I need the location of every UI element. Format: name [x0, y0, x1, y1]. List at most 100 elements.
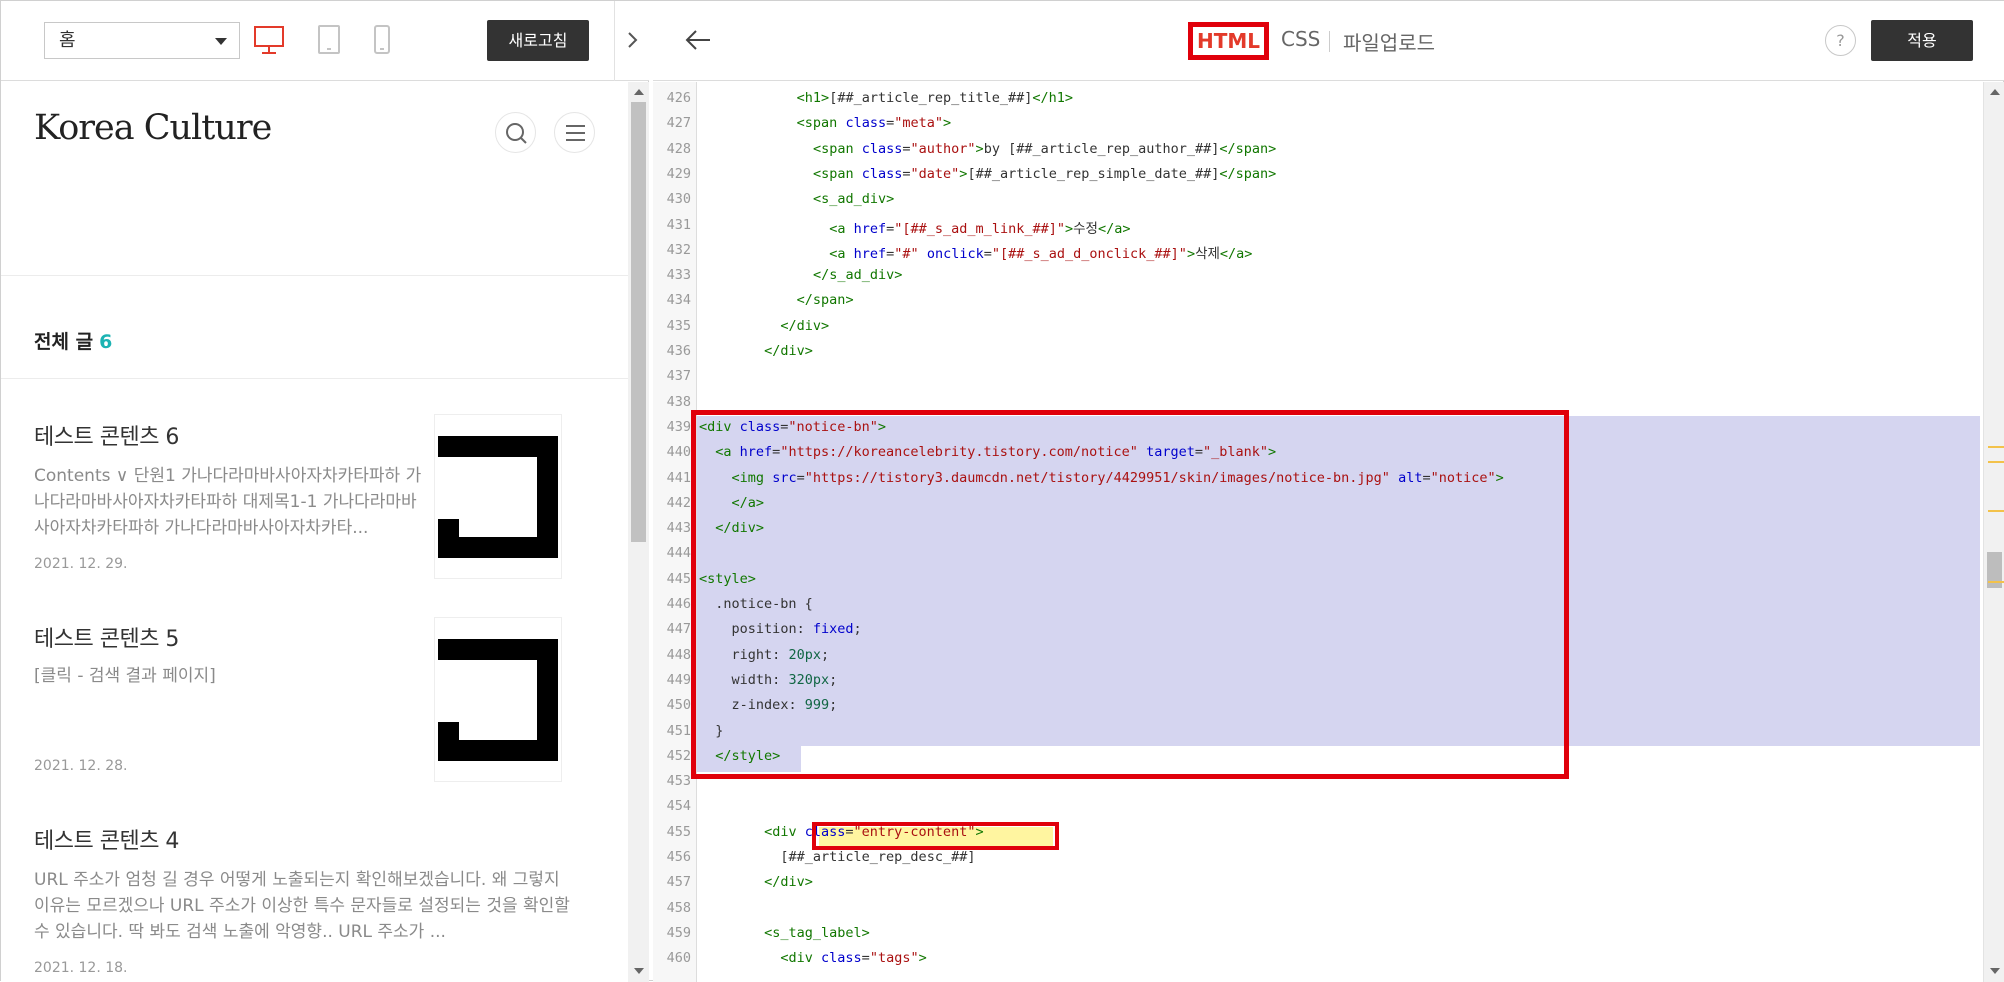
desktop-icon[interactable]: [253, 25, 285, 55]
tab-css[interactable]: CSS: [1281, 27, 1320, 51]
code-token: class: [821, 950, 862, 967]
code-line[interactable]: </s_ad_div>: [813, 267, 902, 283]
app-window: 홈 새로고침 Korea Culture 전체 글 6 테스트 콘텐츠 6 Co…: [0, 0, 2004, 982]
line-number: 453: [666, 773, 691, 790]
mobile-icon[interactable]: [373, 25, 391, 55]
hamburger-icon: [566, 125, 585, 141]
code-line[interactable]: </div>: [764, 343, 813, 359]
all-posts-count: 6: [99, 331, 113, 353]
line-number: 448: [666, 646, 691, 663]
code-token: <div: [764, 823, 805, 840]
code-token: </span>: [1219, 165, 1277, 182]
chevron-right-icon: [628, 32, 638, 48]
code-line[interactable]: <s_ad_div>: [813, 191, 894, 207]
code-token: <h1>: [796, 90, 830, 106]
tab-html[interactable]: HTML: [1188, 22, 1269, 60]
code-token: "#": [894, 245, 919, 262]
code-editor[interactable]: 426 427 428 429 430 431 432 433 434 435 436 437 438 4…: [653, 82, 1983, 982]
collapse-panel-button[interactable]: [614, 1, 649, 81]
code-token: </span>: [1219, 140, 1277, 157]
code-token: </h1>: [1032, 90, 1074, 106]
code-token: "date": [910, 165, 960, 182]
code-line[interactable]: </span>: [797, 292, 854, 308]
code-token: =: [886, 115, 895, 132]
preview-scrollbar[interactable]: [628, 82, 649, 982]
post-title[interactable]: 테스트 콘텐츠 4: [34, 823, 594, 855]
search-button[interactable]: [495, 112, 536, 153]
scroll-up-icon[interactable]: [634, 89, 644, 95]
scroll-up-icon[interactable]: [1990, 89, 2000, 95]
code-line[interactable]: </div>: [780, 318, 829, 334]
line-number: 439: [666, 418, 691, 435]
code-line[interactable]: <span class="date">[##_article_rep_simpl…: [813, 166, 1276, 182]
code-line[interactable]: [##_article_rep_desc_##]: [780, 849, 975, 865]
back-arrow-icon[interactable]: [683, 25, 713, 55]
code-token: </span>: [796, 292, 854, 309]
code-token: "tags": [869, 950, 919, 967]
line-number: 440: [666, 444, 691, 461]
post-thumbnail[interactable]: [434, 617, 562, 782]
code-token: </div>: [764, 874, 813, 891]
code-line[interactable]: <a href="#" onclick="[##_s_ad_d_onclick_…: [829, 242, 1252, 262]
line-number: 436: [666, 343, 691, 359]
line-number: 442: [666, 494, 691, 511]
code-line[interactable]: <h1>[##_article_rep_title_##]</h1>: [797, 90, 1073, 106]
code-token: "author": [910, 140, 976, 157]
line-number: 457: [666, 874, 691, 891]
code-token: [##_article_rep_title_##]: [829, 90, 1033, 106]
blog-title[interactable]: Korea Culture: [34, 108, 272, 148]
post-excerpt: Contents ∨ 단원1 가나다라마바사아자차카타파하 가나다라마바사아자차…: [34, 466, 422, 538]
apply-button[interactable]: 적용: [1871, 20, 1973, 61]
code-token: <a: [829, 245, 854, 262]
line-number: 452: [666, 747, 691, 764]
tab-file-upload[interactable]: 파일업로드: [1343, 27, 1435, 56]
code-token: "[##_s_ad_d_onclick_##]": [991, 245, 1187, 262]
code-line[interactable]: <span class="meta">: [797, 115, 951, 131]
chevron-down-icon: [215, 38, 227, 45]
editor-scrollbar[interactable]: [1983, 82, 2004, 982]
line-number: 451: [666, 722, 691, 739]
code-line[interactable]: <s_tag_label>: [764, 925, 870, 941]
code-line[interactable]: <span class="author">by [##_article_rep_…: [813, 141, 1276, 157]
code-token: </a>: [1097, 220, 1131, 237]
code-line[interactable]: <div class="tags">: [780, 950, 926, 966]
post-item[interactable]: 테스트 콘텐츠 4 URL 주소가 엄청 길 경우 어떻게 노출되는지 확인해보…: [34, 823, 594, 976]
code-token: =: [861, 950, 870, 967]
code-token: by [##_article_rep_author_##]: [983, 140, 1220, 157]
code-token: </a>: [1219, 245, 1253, 262]
code-line[interactable]: </div>: [764, 874, 813, 890]
line-number: 449: [666, 671, 691, 688]
menu-button[interactable]: [554, 112, 595, 153]
tab-separator: [1329, 31, 1330, 52]
line-number: 438: [666, 393, 691, 410]
line-number: 437: [666, 368, 691, 385]
code-token: <s_ad_div>: [812, 191, 895, 208]
line-number: 433: [666, 267, 691, 284]
scroll-down-icon[interactable]: [634, 968, 644, 974]
line-number: 429: [666, 165, 691, 182]
line-number: 443: [666, 520, 691, 537]
code-token: class: [861, 165, 903, 182]
post-thumbnail[interactable]: [434, 414, 562, 579]
code-token: >: [918, 950, 927, 967]
code-token: 수정: [1073, 220, 1098, 237]
annotation-box-entry-content: [812, 822, 1059, 850]
refresh-button[interactable]: 새로고침: [487, 20, 589, 61]
code-token: =: [902, 165, 911, 182]
code-line[interactable]: <a href="[##_s_ad_m_link_##]">수정</a>: [829, 217, 1130, 237]
scroll-down-icon[interactable]: [1990, 968, 2000, 974]
help-button[interactable]: ?: [1825, 25, 1856, 56]
tablet-icon[interactable]: [317, 25, 341, 55]
code-token: <span: [812, 165, 862, 182]
line-number: 428: [666, 140, 691, 157]
code-token: <div: [780, 950, 822, 967]
page-select[interactable]: 홈: [44, 22, 240, 59]
scrollbar-thumb[interactable]: [631, 102, 646, 542]
line-number: 450: [666, 697, 691, 714]
line-number: 455: [666, 823, 691, 840]
search-match-marker: [1988, 581, 2004, 583]
code-token: [##_article_rep_desc_##]: [780, 849, 976, 865]
line-number: 432: [666, 241, 691, 258]
code-token: class: [845, 115, 887, 132]
code-token: >: [943, 115, 952, 132]
